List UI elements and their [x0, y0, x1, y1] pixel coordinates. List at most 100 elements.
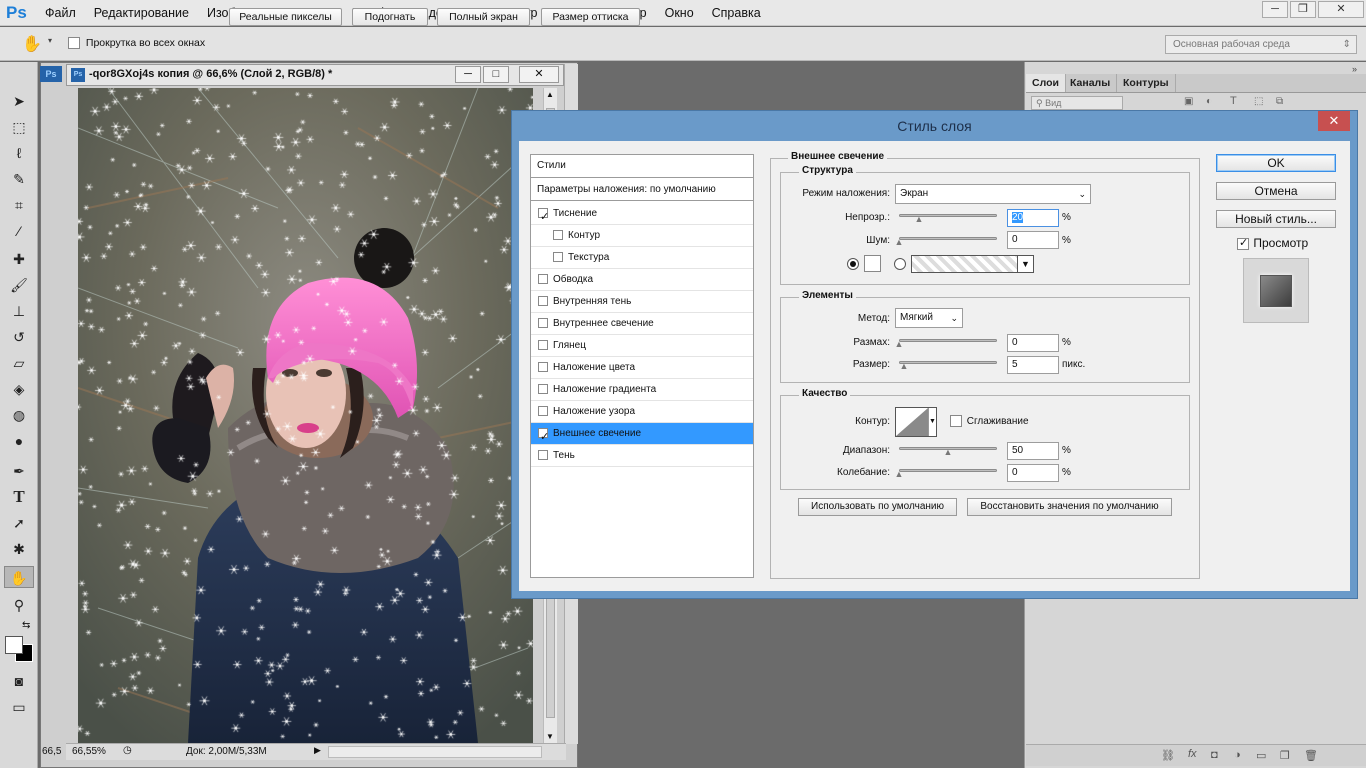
preview-option[interactable]: Просмотр: [1237, 236, 1308, 250]
scroll-all-windows-checkbox[interactable]: [68, 37, 80, 50]
panel-collapse-icon[interactable]: »: [1352, 64, 1357, 74]
effect-item[interactable]: Глянец: [531, 335, 753, 357]
effect-checkbox[interactable]: [538, 206, 549, 228]
history-brush-tool-icon[interactable]: ↺: [8, 326, 30, 348]
dodge-tool-icon[interactable]: ●: [8, 430, 30, 452]
contour-picker[interactable]: ▼: [895, 407, 937, 437]
doc-close-icon[interactable]: ✕: [519, 66, 559, 83]
jitter-input[interactable]: 0: [1007, 464, 1059, 482]
gradient-dropdown-icon[interactable]: ▼: [1017, 256, 1033, 272]
layer-filter-kind[interactable]: ⚲ Вид: [1031, 96, 1123, 110]
noise-input[interactable]: 0: [1007, 231, 1059, 249]
eraser-tool-icon[interactable]: ▱: [8, 352, 30, 374]
effect-item[interactable]: Внутреннее свечение: [531, 313, 753, 335]
effect-item[interactable]: Наложение цвета: [531, 357, 753, 379]
canvas-image[interactable]: [78, 88, 533, 743]
document-horizontal-scrollbar[interactable]: [328, 746, 542, 758]
path-selection-tool-icon[interactable]: ➚: [8, 512, 30, 534]
styles-header[interactable]: Стили: [531, 155, 753, 178]
screen-mode-icon[interactable]: ▭: [8, 696, 30, 718]
new-layer-icon[interactable]: ❐: [1280, 749, 1290, 762]
size-input[interactable]: 5: [1007, 356, 1059, 374]
solid-color-radio[interactable]: [847, 258, 859, 270]
effect-item[interactable]: Наложение узора: [531, 401, 753, 423]
effect-checkbox[interactable]: [538, 274, 548, 285]
effect-item[interactable]: Наложение градиента: [531, 379, 753, 401]
jitter-slider-thumb[interactable]: ▲: [894, 470, 904, 479]
dialog-close-button[interactable]: ✕: [1318, 111, 1350, 131]
background-doc-ps-icon[interactable]: Ps: [40, 66, 62, 82]
tab-paths[interactable]: Контуры: [1117, 74, 1176, 92]
preview-checkbox[interactable]: [1237, 236, 1249, 250]
range-slider-thumb[interactable]: ▲: [943, 448, 953, 457]
spread-input[interactable]: 0: [1007, 334, 1059, 352]
effect-checkbox[interactable]: [553, 252, 563, 263]
effect-item[interactable]: Контур: [531, 225, 753, 247]
zoom-level[interactable]: 66,55%: [72, 746, 106, 757]
foreground-color-swatch[interactable]: [5, 636, 23, 654]
swap-colors-icon[interactable]: ⇆: [22, 620, 30, 631]
menu-item-9[interactable]: Окно: [656, 0, 703, 26]
antialias-option[interactable]: Сглаживание: [950, 415, 1029, 427]
effect-item[interactable]: Внутренняя тень: [531, 291, 753, 313]
spread-slider[interactable]: [899, 339, 997, 342]
new-group-icon[interactable]: ▭: [1256, 749, 1266, 762]
effect-item[interactable]: Тиснение: [531, 203, 753, 228]
effect-checkbox[interactable]: [538, 384, 548, 395]
minimize-window-icon[interactable]: ─: [1262, 1, 1288, 18]
close-window-icon[interactable]: ✕: [1318, 1, 1364, 18]
filter-image-icon[interactable]: ▣: [1184, 96, 1193, 107]
contour-dropdown-icon[interactable]: ▼: [928, 408, 936, 436]
ok-button[interactable]: OK: [1216, 154, 1336, 172]
effect-item[interactable]: Обводка: [531, 269, 753, 291]
noise-slider[interactable]: [899, 237, 997, 240]
healing-brush-tool-icon[interactable]: ✚: [8, 248, 30, 270]
add-mask-icon[interactable]: ◘: [1211, 749, 1218, 761]
effect-checkbox[interactable]: [538, 450, 548, 461]
restore-window-icon[interactable]: ❐: [1290, 1, 1316, 18]
reset-default-button[interactable]: Восстановить значения по умолчанию: [967, 498, 1172, 516]
fx-icon[interactable]: fx: [1188, 748, 1197, 760]
link-layers-icon[interactable]: ⛓: [1161, 749, 1175, 762]
glow-color-swatch[interactable]: [864, 255, 881, 272]
quick-select-tool-icon[interactable]: ✎: [8, 168, 30, 190]
zoom-tool-icon[interactable]: ⚲: [8, 594, 30, 616]
noise-slider-thumb[interactable]: ▲: [894, 238, 904, 247]
scroll-up-icon[interactable]: ▲: [546, 90, 554, 99]
opacity-input[interactable]: 20: [1007, 209, 1059, 227]
doc-maximize-icon[interactable]: □: [483, 66, 509, 83]
type-tool-icon[interactable]: T: [8, 486, 30, 508]
doc-minimize-icon[interactable]: ─: [455, 66, 481, 83]
effect-item[interactable]: Внешнее свечение: [531, 423, 753, 448]
effect-item[interactable]: Тень: [531, 445, 753, 467]
tab-layers[interactable]: Слои: [1026, 74, 1066, 92]
opacity-slider-thumb[interactable]: ▲: [914, 215, 924, 224]
new-style-button[interactable]: Новый стиль...: [1216, 210, 1336, 228]
glow-gradient-picker[interactable]: ▼: [911, 255, 1034, 273]
marquee-tool-icon[interactable]: ⬚: [8, 116, 30, 138]
scroll-all-windows-option[interactable]: Прокрутка во всех окнах: [68, 37, 205, 50]
menu-item-10[interactable]: Справка: [703, 0, 770, 26]
brush-tool-icon[interactable]: 🖌: [8, 274, 30, 296]
blend-mode-select[interactable]: Экран ⌄: [895, 184, 1091, 204]
clone-stamp-tool-icon[interactable]: ⊥: [8, 300, 30, 322]
effect-checkbox[interactable]: [538, 340, 548, 351]
tool-preset-chevron-icon[interactable]: ▾: [48, 36, 52, 45]
status-info-icon[interactable]: ◷: [123, 745, 132, 756]
custom-shape-tool-icon[interactable]: ✱: [8, 538, 30, 560]
print-size-button[interactable]: Размер оттиска: [541, 8, 640, 26]
effect-checkbox[interactable]: [538, 296, 548, 307]
filter-adjust-icon[interactable]: ◐: [1206, 96, 1212, 107]
make-default-button[interactable]: Использовать по умолчанию: [798, 498, 957, 516]
menu-item-1[interactable]: Редактирование: [85, 0, 198, 26]
spread-slider-thumb[interactable]: ▲: [894, 340, 904, 349]
size-slider-thumb[interactable]: ▲: [899, 362, 909, 371]
document-title-bar[interactable]: Ps -qor8GXoj4s копия @ 66,6% (Слой 2, RG…: [66, 64, 564, 86]
effect-checkbox[interactable]: [538, 318, 548, 329]
menu-item-0[interactable]: Файл: [36, 0, 85, 26]
cancel-button[interactable]: Отмена: [1216, 182, 1336, 200]
antialias-checkbox[interactable]: [950, 415, 962, 427]
effect-item[interactable]: Текстура: [531, 247, 753, 269]
blending-options-item[interactable]: Параметры наложения: по умолчанию: [531, 179, 753, 201]
method-select[interactable]: Мягкий ⌄: [895, 308, 963, 328]
